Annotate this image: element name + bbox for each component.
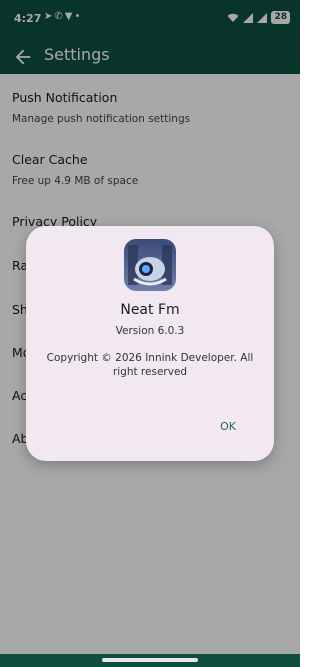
dialog-copyright: Copyright © 2026 Innink Developer. All r…: [46, 352, 254, 378]
navigation-bar: [0, 654, 300, 667]
gesture-handle[interactable]: [102, 658, 198, 662]
about-dialog: Neat Fm Version 6.0.3 Copyright © 2026 I…: [26, 226, 274, 461]
dialog-app-name: Neat Fm: [120, 302, 180, 318]
app-logo-icon: [124, 239, 176, 291]
dialog-version: Version 6.0.3: [115, 325, 185, 337]
ok-button[interactable]: OK: [212, 416, 244, 438]
